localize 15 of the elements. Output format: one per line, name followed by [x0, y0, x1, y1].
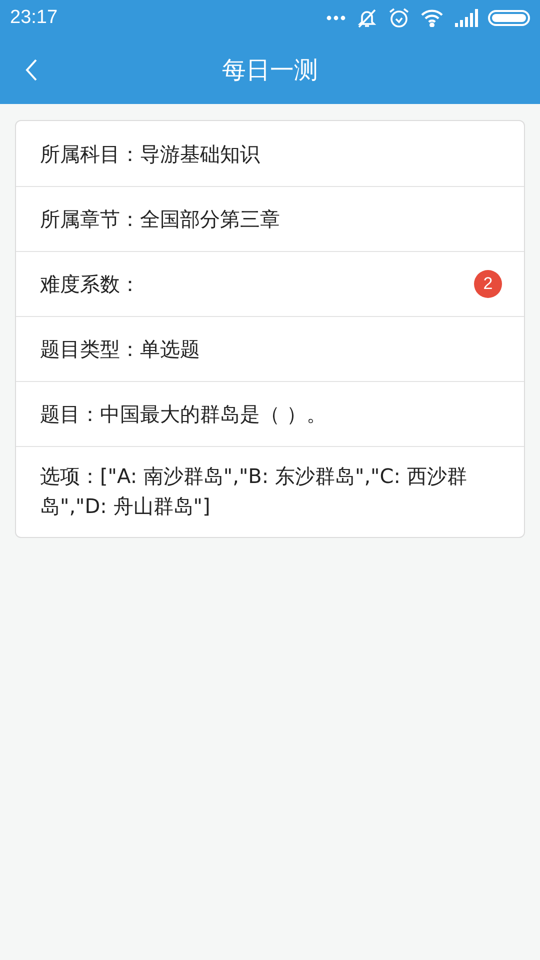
info-text: 题目类型：单选题: [40, 336, 200, 363]
signal-icon: [454, 9, 478, 27]
wifi-icon: [420, 9, 444, 27]
more-icon: [326, 15, 346, 21]
page-title: 每日一测: [222, 55, 318, 86]
info-text: 所属章节：全国部分第三章: [40, 206, 280, 233]
difficulty-badge: 2: [474, 270, 502, 298]
info-text: 所属科目：导游基础知识: [40, 140, 260, 168]
alarm-icon: [388, 7, 410, 29]
info-text: 难度系数：: [40, 271, 140, 298]
bell-muted-icon: [356, 7, 378, 29]
status-time: 23:17: [10, 7, 58, 29]
battery-icon: [488, 10, 530, 26]
info-text: 题目：中国最大的群岛是（ ）。: [40, 401, 326, 428]
info-text: 选项：["A: 南沙群岛","B: 东沙群岛","C: 西沙群岛","D: 舟山群岛"]: [40, 463, 468, 520]
